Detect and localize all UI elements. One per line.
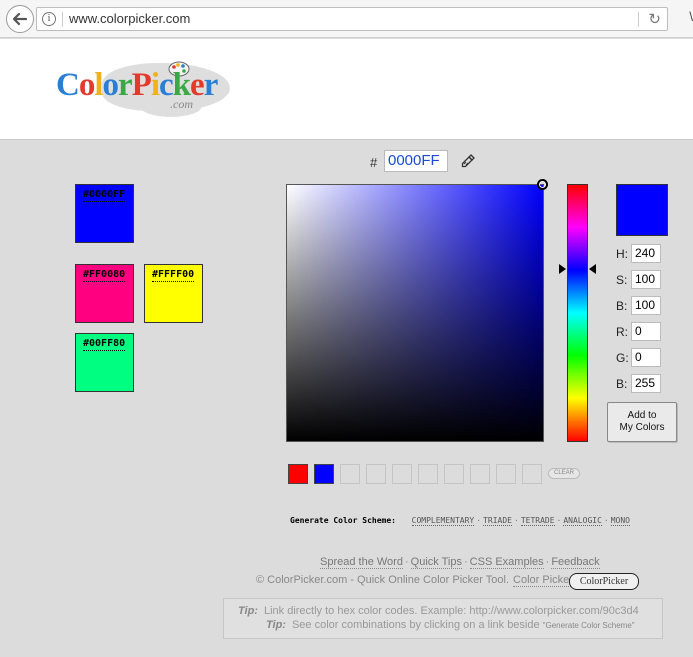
scheme-analogic-link[interactable]: ANALOGIC xyxy=(563,516,602,526)
hue-slider[interactable] xyxy=(567,184,588,442)
eyedropper-icon[interactable] xyxy=(460,153,476,169)
brightness-gradient xyxy=(287,185,543,441)
browser-toolbar: i www.colorpicker.com ↻ \ xyxy=(0,0,693,38)
scheme-tetrade-link[interactable]: TETRADE xyxy=(520,516,555,526)
red-input[interactable]: 0 xyxy=(631,322,661,341)
site-header: ColorPicker .com xyxy=(0,39,693,140)
clear-recent-button[interactable]: CLEAR xyxy=(548,468,580,479)
logo-letter: r xyxy=(118,67,133,103)
color-cursor-handle[interactable] xyxy=(537,179,548,190)
recent-color-slot[interactable] xyxy=(522,464,542,484)
url-text[interactable]: www.colorpicker.com xyxy=(69,11,190,26)
recent-color-slot[interactable] xyxy=(366,464,386,484)
saturation-label: S: xyxy=(616,273,628,287)
swatch-hex-label[interactable]: #00FF80 xyxy=(83,338,126,351)
spread-the-word-link[interactable]: Spread the Word xyxy=(320,556,403,569)
logo-letter: o xyxy=(102,67,119,103)
tip-key: Tip: xyxy=(238,605,258,617)
saved-color-swatch[interactable]: #FFFF00 xyxy=(144,264,203,323)
tip-line: Tip: See color combinations by clicking o… xyxy=(266,619,635,631)
scheme-complementary-link[interactable]: COMPLEMENTARY xyxy=(411,516,475,526)
recent-color-slot[interactable] xyxy=(288,464,308,484)
brightness-label: B: xyxy=(616,299,628,313)
logo-letter: l xyxy=(94,67,103,103)
tip-scheme-reference: "Generate Color Scheme" xyxy=(542,621,635,630)
scheme-label: Generate Color Scheme: xyxy=(290,516,396,525)
add-button-line1: Add to xyxy=(627,410,657,421)
recent-color-slot[interactable] xyxy=(496,464,516,484)
logo-letter: P xyxy=(131,67,152,103)
copyright-notice: © ColorPicker.com - Quick Online Color P… xyxy=(256,574,510,586)
recent-color-slot[interactable] xyxy=(444,464,464,484)
green-label: G: xyxy=(616,351,629,365)
tip-text: Link directly to hex color codes. Exampl… xyxy=(263,605,639,617)
swatch-hex-label[interactable]: #FFFF00 xyxy=(152,269,195,282)
hue-input[interactable]: 240 xyxy=(631,244,661,263)
separator: · xyxy=(603,516,609,525)
red-label: R: xyxy=(616,325,628,339)
tip-line: Tip: Link directly to hex color codes. Ex… xyxy=(238,605,639,617)
saturation-brightness-area[interactable] xyxy=(286,184,544,442)
separator: · xyxy=(464,556,468,568)
color-picker-link[interactable]: Color Picker xyxy=(513,574,573,587)
logo-suffix: .com xyxy=(170,97,193,111)
swatch-hex-label[interactable]: #0000FF xyxy=(83,189,126,202)
tip-key: Tip: xyxy=(266,619,286,631)
blue-input[interactable]: 255 xyxy=(631,374,661,393)
saved-color-swatch[interactable]: #00FF80 xyxy=(75,333,134,392)
swatch-hex-label[interactable]: #FF0080 xyxy=(83,269,126,282)
logo-letter: C xyxy=(56,67,80,103)
back-button[interactable] xyxy=(6,5,34,33)
address-bar[interactable]: i www.colorpicker.com ↻ xyxy=(36,7,668,31)
recent-color-slot[interactable] xyxy=(392,464,412,484)
hue-slider-arrow-right[interactable] xyxy=(589,264,596,274)
url-divider xyxy=(62,12,63,27)
footer-links: Spread the Word · Quick Tips · CSS Examples ·… xyxy=(320,556,600,569)
logo-text: ColorPicker xyxy=(56,67,219,104)
url-divider-right xyxy=(638,12,639,27)
recent-color-slot[interactable] xyxy=(340,464,360,484)
add-button-line2: My Colors xyxy=(619,422,665,433)
logo-letter: o xyxy=(78,67,95,103)
brightness-input[interactable]: 100 xyxy=(631,296,661,315)
reload-icon[interactable]: ↻ xyxy=(648,10,661,28)
scheme-triade-link[interactable]: TRIADE xyxy=(483,516,512,526)
quick-tips-link[interactable]: Quick Tips xyxy=(410,556,462,569)
colorpicker-logo[interactable]: ColorPicker .com xyxy=(52,59,232,119)
copyright-text: © ColorPicker.com - Quick Online Color P… xyxy=(256,574,573,587)
green-input[interactable]: 0 xyxy=(631,348,661,367)
feedback-link[interactable]: Feedback xyxy=(551,556,600,569)
recent-color-slot[interactable] xyxy=(470,464,490,484)
info-icon[interactable]: i xyxy=(42,12,56,26)
hue-label: H: xyxy=(616,247,628,261)
hex-hash-label: # xyxy=(370,155,378,170)
recent-color-slot[interactable] xyxy=(314,464,334,484)
separator: · xyxy=(513,516,519,525)
blue-label: B: xyxy=(616,377,628,391)
logo-letter: i xyxy=(150,67,160,103)
back-arrow-icon xyxy=(12,12,28,26)
hex-input[interactable]: 0000FF xyxy=(384,150,448,172)
scheme-mono-link[interactable]: MONO xyxy=(610,516,630,526)
hue-slider-arrow-left[interactable] xyxy=(559,264,566,274)
logo-letter: r xyxy=(203,67,219,103)
saved-color-swatch[interactable]: #FF0080 xyxy=(75,264,134,323)
recent-color-slot[interactable] xyxy=(418,464,438,484)
separator: · xyxy=(404,556,409,568)
add-to-my-colors-button[interactable]: Add to My Colors xyxy=(607,402,677,442)
colorpicker-badge[interactable]: ColorPicker xyxy=(569,573,639,590)
current-color-preview xyxy=(616,184,668,236)
separator: · xyxy=(476,516,482,525)
saturation-input[interactable]: 100 xyxy=(631,270,661,289)
tips-box: Tip: Link directly to hex color codes. Ex… xyxy=(223,598,663,639)
color-scheme-row: Generate Color Scheme: COMPLEMENTARY · TRI… xyxy=(290,516,630,526)
css-examples-link[interactable]: CSS Examples xyxy=(469,556,544,569)
menu-button[interactable]: \ xyxy=(689,9,693,24)
saved-color-swatch[interactable]: #0000FF xyxy=(75,184,134,243)
tip-text: See color combinations by clicking on a … xyxy=(291,619,540,631)
